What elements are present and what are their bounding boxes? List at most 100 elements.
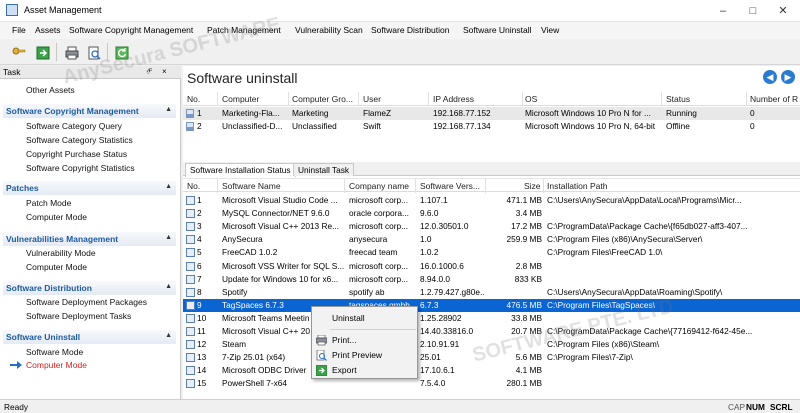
software-icon bbox=[186, 209, 195, 219]
software-row[interactable]: 11 Microsoft Visual C++ 20 14.40.33816.0 20… bbox=[183, 325, 800, 338]
col-number[interactable]: Number of R bbox=[750, 94, 798, 104]
software-row[interactable]: 8 Spotify spotify ab 1.2.79.427.g80e... C:\U… bbox=[183, 286, 800, 299]
printer-icon bbox=[316, 335, 327, 346]
back-icon[interactable]: ◀ bbox=[763, 70, 777, 84]
task-panel: Task ⮶ × Other Assets Software Copyright… bbox=[0, 66, 181, 399]
col-company[interactable]: Company name bbox=[349, 181, 409, 191]
software-row[interactable]: 2 MySQL Connector/NET 9.6.0 oracle corpora… bbox=[183, 207, 800, 220]
col-user[interactable]: User bbox=[363, 94, 381, 104]
software-row[interactable]: 3 Microsoft Visual C++ 2013 Re... microsof… bbox=[183, 220, 800, 233]
cell-computer: Marketing-Fla... bbox=[222, 108, 280, 118]
menu-view[interactable]: View bbox=[541, 25, 559, 35]
col-computer-group[interactable]: Computer Gro... bbox=[292, 94, 353, 104]
toolbar-separator bbox=[56, 43, 57, 61]
collapse-icon[interactable]: ▲ bbox=[165, 106, 172, 113]
task-item-vulnerability-mode[interactable]: Vulnerability Mode bbox=[26, 248, 96, 258]
software-row[interactable]: 1 Microsoft Visual Studio Code ... microso… bbox=[183, 194, 800, 207]
task-item-software-category-query[interactable]: Software Category Query bbox=[26, 121, 122, 131]
software-row[interactable]: 6 Microsoft VSS Writer for SQL S... micros… bbox=[183, 260, 800, 273]
menu-item-print-preview[interactable]: Print Preview bbox=[332, 350, 382, 360]
task-item-software-category-statistics[interactable]: Software Category Statistics bbox=[26, 135, 133, 145]
menu-software-uninstall[interactable]: Software Uninstall bbox=[463, 25, 532, 35]
menu-assets[interactable]: Assets bbox=[35, 25, 61, 35]
task-item-software-deployment-packages[interactable]: Software Deployment Packages bbox=[26, 297, 147, 307]
close-icon[interactable]: ✕ bbox=[768, 0, 798, 22]
col-computer[interactable]: Computer bbox=[222, 94, 259, 104]
task-item-patch-mode[interactable]: Patch Mode bbox=[26, 198, 71, 208]
forward-icon[interactable]: ▶ bbox=[781, 70, 795, 84]
cell-number: 0 bbox=[750, 108, 755, 118]
tab-software-installation-status[interactable]: Software Installation Status bbox=[185, 163, 296, 177]
col-ip[interactable]: IP Address bbox=[433, 94, 474, 104]
key-button[interactable] bbox=[8, 42, 28, 62]
cell-version: 1.25.28902 bbox=[420, 312, 462, 323]
software-row[interactable]: 10 Microsoft Teams Meetin 1.25.28902 33.8 M… bbox=[183, 312, 800, 325]
task-item-patch-computer-mode[interactable]: Computer Mode bbox=[26, 212, 87, 222]
software-row[interactable]: 9 TagSpaces 6.7.3 tagspaces gmbh 6.7.3 476.5… bbox=[183, 298, 800, 312]
task-panel-title: Task bbox=[3, 67, 21, 77]
collapse-icon[interactable]: ▲ bbox=[165, 183, 172, 190]
column-divider bbox=[217, 179, 218, 193]
cell-software-name: FreeCAD 1.0.2 bbox=[222, 247, 278, 258]
task-item-vuln-computer-mode[interactable]: Computer Mode bbox=[26, 262, 87, 272]
software-row[interactable]: 14 Microsoft ODBC Driver 17.10.6.1 4.1 MB bbox=[183, 364, 800, 377]
software-row[interactable]: 5 FreeCAD 1.0.2 freecad team 1.0.2 C:\Progra… bbox=[183, 246, 800, 259]
task-item-uninstall-computer-mode[interactable]: Computer Mode bbox=[26, 360, 87, 370]
collapse-icon[interactable]: ▲ bbox=[165, 332, 172, 339]
menu-item-print[interactable]: Print... bbox=[332, 335, 357, 345]
col-os[interactable]: OS bbox=[525, 94, 537, 104]
menu-item-uninstall[interactable]: Uninstall bbox=[332, 313, 365, 323]
cell-install-path: C:\Program Files (x86)\AnySecura\Server\ bbox=[547, 234, 703, 245]
task-item-software-mode[interactable]: Software Mode bbox=[26, 347, 83, 357]
collapse-icon[interactable]: ▲ bbox=[165, 234, 172, 241]
cell-company: microsoft corp... bbox=[349, 195, 409, 205]
group-software-uninstall[interactable]: Software Uninstall ▲ bbox=[3, 330, 176, 344]
software-row[interactable]: 15 PowerShell 7-x64 7.5.4.0 280.1 MB bbox=[183, 377, 800, 390]
collapse-icon[interactable]: ▲ bbox=[165, 283, 172, 290]
software-row[interactable]: 7 Update for Windows 10 for x6... microsof… bbox=[183, 273, 800, 286]
task-item-copyright-purchase-status[interactable]: Copyright Purchase Status bbox=[26, 149, 127, 159]
computer-row[interactable]: 2 Unclassified-D... Unclassified Swift 1… bbox=[183, 120, 800, 133]
software-icon bbox=[186, 340, 195, 350]
menu-vulnerability[interactable]: Vulnerability Scan bbox=[295, 25, 363, 35]
print-button[interactable] bbox=[61, 42, 81, 62]
menu-file[interactable]: File bbox=[12, 25, 26, 35]
group-software-copyright[interactable]: Software Copyright Management ▲ bbox=[3, 104, 176, 118]
computer-row[interactable]: 1 Marketing-Fla... Marketing FlameZ 192.… bbox=[183, 107, 800, 120]
status-bar: Ready CAP NUM SCRL bbox=[0, 399, 800, 413]
task-item-software-deployment-tasks[interactable]: Software Deployment Tasks bbox=[26, 311, 131, 321]
cell-no: 5 bbox=[197, 247, 202, 258]
cell-size: 471.1 MB bbox=[506, 195, 542, 205]
col-no[interactable]: No. bbox=[187, 181, 200, 191]
software-icon bbox=[186, 366, 195, 376]
group-software-distribution[interactable]: Software Distribution ▲ bbox=[3, 281, 176, 295]
cell-computer: Unclassified-D... bbox=[222, 121, 283, 131]
menu-item-export[interactable]: Export bbox=[332, 365, 357, 375]
column-divider bbox=[288, 92, 289, 106]
software-icon bbox=[186, 353, 195, 363]
tab-uninstall-task[interactable]: Uninstall Task bbox=[293, 163, 355, 176]
col-software-name[interactable]: Software Name bbox=[222, 181, 281, 191]
group-patches[interactable]: Patches ▲ bbox=[3, 181, 176, 195]
cell-company: microsoft corp... bbox=[349, 260, 409, 271]
menu-software-copyright[interactable]: Software Copyright Management bbox=[69, 25, 193, 35]
maximize-icon[interactable]: □ bbox=[738, 0, 768, 22]
panel-close-icon[interactable]: × bbox=[162, 67, 167, 76]
software-row[interactable]: 4 AnySecura anysecura 1.0 259.9 MB C:\Program… bbox=[183, 233, 800, 246]
minimize-icon[interactable]: – bbox=[708, 0, 738, 22]
menu-software-distribution[interactable]: Software Distribution bbox=[371, 25, 449, 35]
col-status[interactable]: Status bbox=[666, 94, 690, 104]
col-size[interactable]: Size bbox=[524, 181, 541, 191]
cell-size: 259.9 MB bbox=[506, 234, 542, 245]
column-divider bbox=[415, 179, 416, 193]
cell-install-path: C:\Program Files\FreeCAD 1.0\ bbox=[547, 247, 663, 258]
cell-no: 14 bbox=[197, 365, 207, 376]
export-button[interactable] bbox=[32, 42, 52, 62]
task-item-software-copyright-statistics[interactable]: Software Copyright Statistics bbox=[26, 163, 135, 173]
group-vulnerabilities[interactable]: Vulnerabilities Management ▲ bbox=[3, 232, 176, 246]
col-install-path[interactable]: Installation Path bbox=[547, 181, 607, 191]
col-no[interactable]: No. bbox=[187, 94, 200, 104]
cell-group: Unclassified bbox=[292, 121, 337, 131]
indicator-cap: CAP bbox=[728, 402, 746, 412]
col-version[interactable]: Software Vers... bbox=[420, 181, 480, 191]
